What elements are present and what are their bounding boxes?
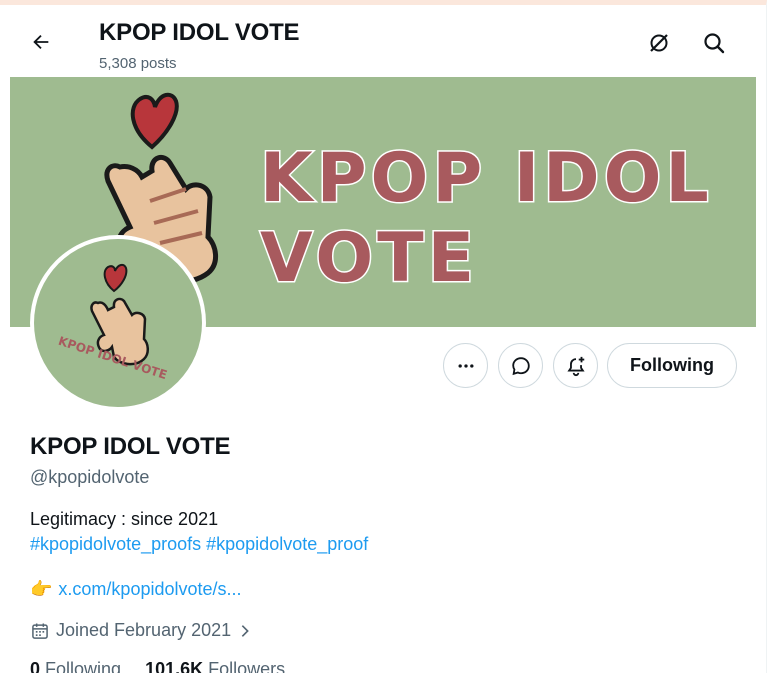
hashtag-link[interactable]: #kpopidolvote_proofs [30, 534, 201, 554]
hashtag-link[interactable]: #kpopidolvote_proof [206, 534, 368, 554]
profile-header: KPOP IDOL VOTE 5,308 posts [10, 10, 756, 76]
bell-plus-icon [566, 356, 585, 376]
bio-hashtags: #kpopidolvote_proofs #kpopidolvote_proof [30, 532, 368, 557]
banner-text: KPOP IDOL VOTE [259, 138, 713, 300]
profile-stats: 0 Following 101.6K Followers [30, 659, 285, 673]
followers-count: 101.6K [145, 659, 204, 673]
profile-link: 👉 x.com/kpopidolvote/s... [30, 579, 242, 600]
avatar-logo-icon [90, 263, 149, 366]
profile-handle: @kpopidolvote [30, 467, 150, 487]
more-icon [458, 363, 473, 368]
profile-page: KPOP IDOL VOTE 5,308 posts KPOP IDOL VOT [0, 0, 767, 673]
following-stat[interactable]: 0 Following [30, 659, 121, 673]
calendar-icon [32, 623, 48, 639]
followers-stat[interactable]: 101.6K Followers [145, 659, 285, 673]
message-button[interactable] [498, 343, 543, 388]
avatar-image: KPOP IDOL VOTE [34, 239, 202, 407]
following-button[interactable]: Following [607, 343, 737, 388]
followers-label: Followers [208, 659, 286, 673]
notify-button[interactable] [553, 343, 598, 388]
profile-name: KPOP IDOL VOTE [30, 433, 231, 460]
following-count: 0 [30, 659, 41, 673]
profile-url[interactable]: x.com/kpopidolvote/s... [58, 579, 241, 600]
avatar[interactable]: KPOP IDOL VOTE [30, 235, 206, 411]
search-icon[interactable] [699, 28, 729, 58]
joined-date: Joined February 2021 [30, 620, 253, 641]
bio-line: Legitimacy : since 2021 [30, 509, 219, 529]
arrow-left-icon[interactable] [26, 27, 56, 57]
posts-count: 5,308 posts [99, 55, 177, 72]
chevron-right-icon[interactable] [237, 623, 253, 639]
following-label: Following [45, 659, 122, 673]
profile-bio: Legitimacy : since 2021 #kpopidolvote_pr… [30, 507, 368, 557]
more-button[interactable] [443, 343, 488, 388]
header-title: KPOP IDOL VOTE [99, 19, 300, 46]
banner-line-2: VOTE [259, 218, 479, 300]
pointing-hand-icon: 👉 [30, 579, 53, 599]
joined-text: Joined February 2021 [56, 620, 232, 640]
banner-line-1: KPOP IDOL [259, 138, 713, 220]
grok-icon[interactable] [644, 28, 674, 58]
message-icon [511, 356, 530, 375]
